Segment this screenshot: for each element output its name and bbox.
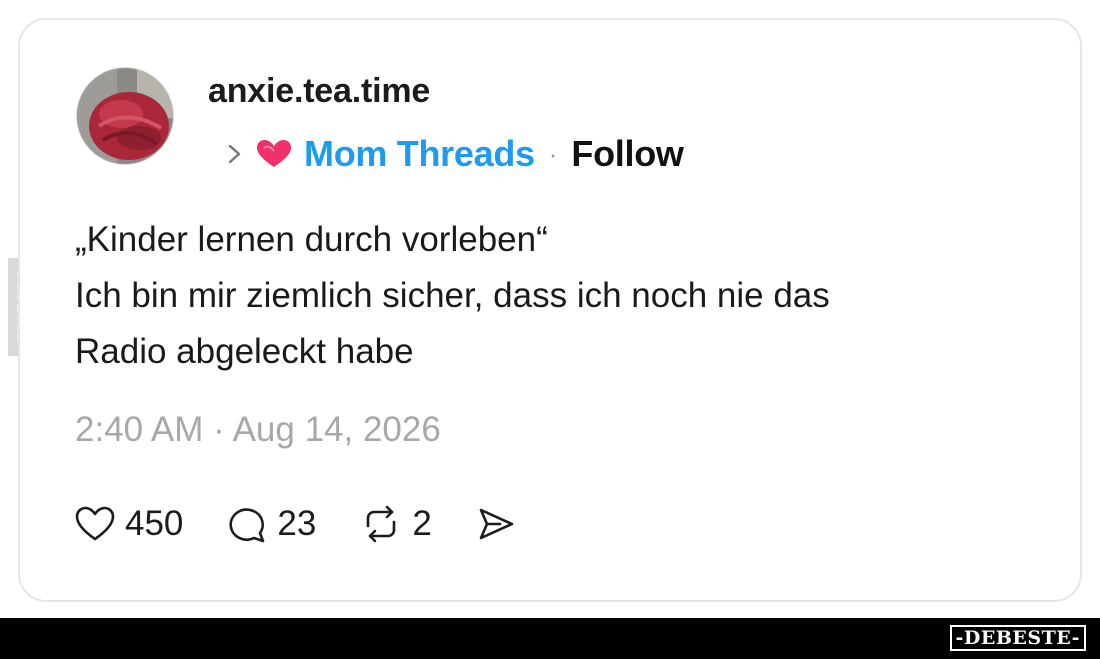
- avatar-image: [77, 68, 173, 164]
- reply-button[interactable]: 23: [227, 504, 316, 544]
- share-button[interactable]: [476, 505, 516, 543]
- heart-icon: [257, 140, 291, 167]
- community-link[interactable]: Mom Threads: [304, 133, 535, 175]
- chevron-right-icon: [228, 144, 241, 164]
- post-text-line: „Kinder lernen durch vorleben“: [75, 220, 548, 259]
- action-bar: 450 23 2: [75, 500, 560, 548]
- post-text: „Kinder lernen durch vorleben“ Ich bin m…: [75, 212, 1035, 380]
- follow-button[interactable]: Follow: [571, 133, 683, 175]
- comment-icon: [229, 508, 265, 543]
- avatar[interactable]: [76, 67, 174, 165]
- post-timestamp[interactable]: 2:40 AM · Aug 14, 2026: [75, 410, 441, 450]
- post-text-line: Ich bin mir ziemlich sicher, dass ich no…: [75, 276, 830, 315]
- username[interactable]: anxie.tea.time: [208, 72, 430, 111]
- watermark-bar: -DEBESTE-: [0, 618, 1100, 659]
- like-button[interactable]: 450: [75, 504, 183, 544]
- repost-button[interactable]: 2: [360, 504, 432, 544]
- post-card: anxie.tea.time Mom Threads · Follow „Kin…: [18, 18, 1082, 602]
- community-row: Mom Threads · Follow: [226, 132, 684, 176]
- reply-count: 23: [277, 504, 317, 543]
- like-count: 450: [125, 504, 184, 543]
- heart-outline-icon: [75, 506, 115, 541]
- send-icon: [479, 508, 514, 540]
- separator-dot: ·: [548, 138, 558, 169]
- repost-count: 2: [412, 504, 432, 543]
- screenshot-stage: DEBESTE anxie.tea.time M: [0, 0, 1100, 659]
- repost-icon: [367, 505, 396, 543]
- watermark-logo: -DEBESTE-: [949, 625, 1086, 651]
- post-text-line: Radio abgeleckt habe: [75, 332, 414, 371]
